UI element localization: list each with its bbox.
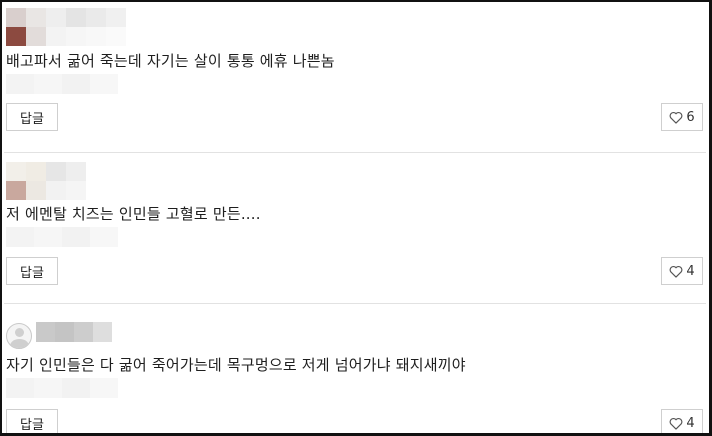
reply-button[interactable]: 답글 — [6, 257, 58, 285]
default-user-icon — [6, 323, 32, 349]
like-button[interactable]: 4 — [661, 257, 703, 285]
like-button[interactable]: 6 — [661, 103, 703, 131]
comment-list: 배고파서 굶어 죽는데 자기는 살이 통통 에휴 나쁜놈 답글 6 저 에멘탈 … — [0, 0, 712, 436]
blurred-timestamp — [6, 74, 118, 94]
heart-outline-icon — [669, 417, 683, 430]
comment-text: 배고파서 굶어 죽는데 자기는 살이 통통 에휴 나쁜놈 — [6, 52, 335, 70]
reply-button[interactable]: 답글 — [6, 409, 58, 433]
heart-outline-icon — [669, 265, 683, 278]
comment-item: 저 에멘탈 치즈는 인민들 고혈로 만든.... 답글 4 — [4, 152, 706, 302]
blurred-author-info — [6, 8, 126, 46]
comment-item: 배고파서 굶어 죽는데 자기는 살이 통통 에휴 나쁜놈 답글 6 — [4, 2, 706, 152]
blurred-author-name — [36, 322, 112, 342]
blurred-author-info — [6, 162, 86, 200]
like-button[interactable]: 4 — [661, 409, 703, 433]
blurred-timestamp — [6, 227, 118, 247]
comment-text: 저 에멘탈 치즈는 인민들 고혈로 만든.... — [6, 205, 261, 223]
like-count: 4 — [686, 415, 695, 431]
heart-outline-icon — [669, 111, 683, 124]
comment-text: 자기 인민들은 다 굶어 죽어가는데 목구멍으로 저게 넘어가냐 돼지새끼야 — [6, 356, 466, 374]
like-count: 6 — [686, 109, 695, 125]
like-count: 4 — [686, 263, 695, 279]
reply-button[interactable]: 답글 — [6, 103, 58, 131]
blurred-timestamp — [6, 378, 118, 398]
comment-item: 자기 인민들은 다 굶어 죽어가는데 목구멍으로 저게 넘어가냐 돼지새끼야 답… — [4, 303, 706, 433]
